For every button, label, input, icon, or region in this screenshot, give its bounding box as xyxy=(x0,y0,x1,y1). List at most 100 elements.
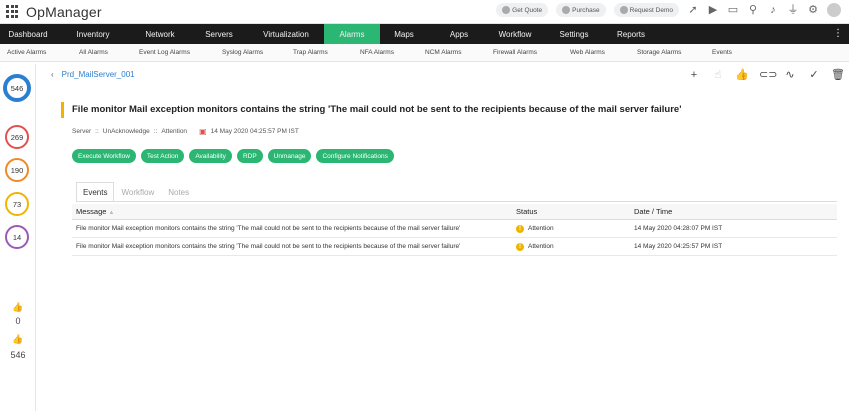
subnav-event-log-alarms[interactable]: Event Log Alarms xyxy=(139,49,190,56)
subnav-firewall-alarms[interactable]: Firewall Alarms xyxy=(493,49,537,56)
severity-bar xyxy=(61,102,64,118)
search-icon[interactable]: ⚲ xyxy=(747,4,759,16)
subnav-all-alarms[interactable]: All Alarms xyxy=(79,49,108,56)
plug-icon[interactable]: ⏚ xyxy=(787,4,799,16)
delete-icon[interactable]: 🗑 xyxy=(831,68,845,82)
row-status-label: Attention xyxy=(528,225,554,232)
main-nav: Dashboard Inventory Network Servers Virt… xyxy=(0,24,849,44)
tab-events[interactable]: Events xyxy=(76,182,115,201)
cart-icon xyxy=(562,6,571,14)
subnav-trap-alarms[interactable]: Trap Alarms xyxy=(293,49,328,56)
attention-count-circle[interactable]: 73 xyxy=(5,192,29,216)
nav-network[interactable]: Network xyxy=(130,24,190,44)
get-quote-button[interactable]: Get Quote xyxy=(496,3,549,17)
table-header: Message ▲ Status Date / Time xyxy=(72,204,837,220)
critical-count-circle[interactable]: 269 xyxy=(5,125,29,149)
rocket-icon[interactable]: ➚ xyxy=(687,4,699,16)
app-logo: OpManager xyxy=(26,3,102,20)
nav-apps[interactable]: Apps xyxy=(428,24,490,44)
nav-maps[interactable]: Maps xyxy=(380,24,428,44)
rdp-button[interactable]: RDP xyxy=(236,149,263,163)
table-row[interactable]: File monitor Mail exception monitors con… xyxy=(72,220,837,238)
gear-icon[interactable]: ⚙ xyxy=(807,4,819,16)
subnav-events[interactable]: Events xyxy=(712,49,732,56)
alarm-category: Server xyxy=(72,128,92,135)
nav-reports[interactable]: Reports xyxy=(608,24,654,44)
add-icon[interactable]: + xyxy=(687,68,701,82)
meta-separator-icon: :: xyxy=(95,128,99,135)
meta-separator-icon: :: xyxy=(153,128,158,135)
monitor-icon[interactable]: ▭ xyxy=(727,4,739,16)
top-right-tools: Get Quote Purchase Request Demo ➚ ▶ ▭ ⚲ … xyxy=(496,3,841,17)
top-bar: OpManager Get Quote Purchase Request Dem… xyxy=(0,0,849,24)
more-menu-icon[interactable]: ⋮ xyxy=(833,28,843,40)
subnav-storage-alarms[interactable]: Storage Alarms xyxy=(637,49,681,56)
video-icon[interactable]: ▶ xyxy=(707,4,719,16)
subnav-active-alarms[interactable]: Active Alarms xyxy=(7,49,46,56)
header-message[interactable]: Message ▲ xyxy=(72,207,516,216)
breadcrumb: ‹ Prd_MailServer_001 xyxy=(51,70,135,79)
total-alarms-ring[interactable]: 546 xyxy=(3,74,31,102)
subnav-nfa-alarms[interactable]: NFA Alarms xyxy=(360,49,394,56)
alarm-severity: Attention xyxy=(161,128,188,135)
subnav-syslog-alarms[interactable]: Syslog Alarms xyxy=(222,49,263,56)
unacknowledged-thumb-icon[interactable]: 👍 xyxy=(12,334,24,345)
events-table: Message ▲ Status Date / Time File monitor… xyxy=(72,204,837,256)
severity-sidebar: 546 269 190 73 14 👍 0 👍 546 xyxy=(0,64,36,411)
row-message: File monitor Mail exception monitors con… xyxy=(76,243,461,250)
row-datetime: 14 May 2020 04:25:57 PM IST xyxy=(634,243,723,250)
check-icon[interactable]: ✓ xyxy=(807,68,821,82)
nav-settings[interactable]: Settings xyxy=(540,24,608,44)
device-link[interactable]: Prd_MailServer_001 xyxy=(62,70,135,79)
nav-virtualization[interactable]: Virtualization xyxy=(248,24,324,44)
nav-alarms[interactable]: Alarms xyxy=(324,24,380,44)
attention-icon: ! xyxy=(516,242,524,251)
alarm-detail: ‹ Prd_MailServer_001 + ☝ 👍 ⊂⊃ ∿ ✓ 🗑 File … xyxy=(37,64,849,411)
back-arrow-icon[interactable]: ‹ xyxy=(51,70,54,79)
graph-icon[interactable]: ∿ xyxy=(783,68,797,82)
alarm-title: File monitor Mail exception monitors con… xyxy=(72,104,682,115)
unmanage-button[interactable]: Unmanage xyxy=(267,149,312,163)
nav-servers[interactable]: Servers xyxy=(190,24,248,44)
execute-workflow-button[interactable]: Execute Workflow xyxy=(72,149,136,163)
nav-dashboard[interactable]: Dashboard xyxy=(0,24,56,44)
acknowledged-thumb-icon[interactable]: 👍 xyxy=(12,302,24,313)
availability-button[interactable]: Availability xyxy=(189,149,232,163)
alarm-actions: + ☝ 👍 ⊂⊃ ∿ ✓ 🗑 xyxy=(687,68,845,82)
header-status[interactable]: Status xyxy=(516,207,634,216)
service-down-count: 14 xyxy=(12,232,22,242)
trouble-count-circle[interactable]: 190 xyxy=(5,158,29,182)
test-action-button[interactable]: Test Action xyxy=(140,149,185,163)
attention-icon: ! xyxy=(516,224,524,233)
table-row[interactable]: File monitor Mail exception monitors con… xyxy=(72,238,837,256)
total-alarms-count: 546 xyxy=(10,83,24,93)
thumb-up-icon[interactable]: 👍 xyxy=(735,68,749,82)
request-demo-button[interactable]: Request Demo xyxy=(613,3,679,17)
service-down-count-circle[interactable]: 14 xyxy=(5,225,29,249)
alarm-action-buttons: Execute Workflow Test Action Availabilit… xyxy=(72,149,394,163)
unacknowledged-count: 546 xyxy=(10,350,26,360)
purchase-button[interactable]: Purchase xyxy=(556,3,606,17)
detail-tabs: Events Workflow Notes xyxy=(76,182,837,202)
configure-notifications-button[interactable]: Configure Notifications xyxy=(316,149,394,163)
critical-count: 269 xyxy=(10,132,24,142)
tab-workflow[interactable]: Workflow xyxy=(114,182,161,201)
user-avatar[interactable] xyxy=(827,3,841,17)
nav-inventory[interactable]: Inventory xyxy=(56,24,130,44)
subnav-ncm-alarms[interactable]: NCM Alarms xyxy=(425,49,461,56)
thumb-down-icon[interactable]: ☝ xyxy=(711,68,725,82)
header-datetime[interactable]: Date / Time xyxy=(634,207,672,216)
quote-icon xyxy=(502,6,511,14)
link-icon[interactable]: ⊂⊃ xyxy=(759,68,777,82)
app-grid-icon[interactable] xyxy=(6,4,20,19)
row-status-label: Attention xyxy=(528,243,554,250)
purchase-label: Purchase xyxy=(572,6,600,14)
attention-count: 73 xyxy=(12,199,22,209)
tab-notes[interactable]: Notes xyxy=(161,182,196,201)
bell-icon[interactable]: ♪ xyxy=(767,4,779,16)
sort-icon: ▲ xyxy=(108,210,115,216)
nav-workflow[interactable]: Workflow xyxy=(490,24,540,44)
alarms-subnav: Active Alarms All Alarms Event Log Alarm… xyxy=(0,44,849,62)
subnav-web-alarms[interactable]: Web Alarms xyxy=(570,49,605,56)
calendar-icon: ▣ xyxy=(199,127,207,136)
